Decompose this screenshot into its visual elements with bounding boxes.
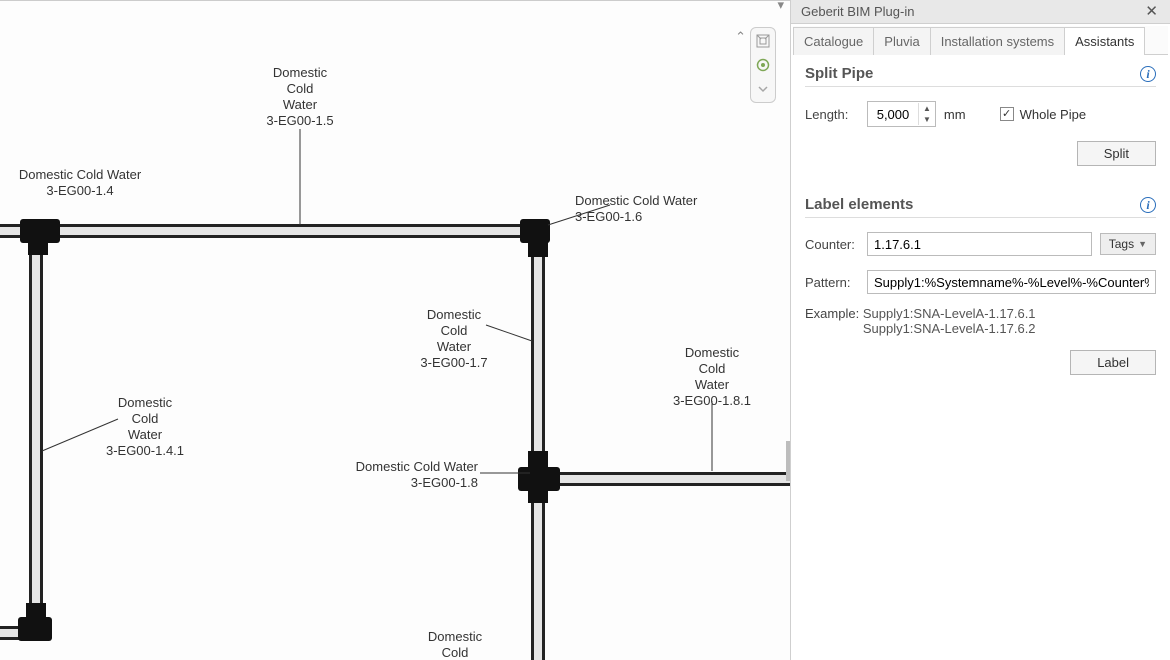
check-icon: ✓: [1000, 107, 1014, 121]
svg-text:Domestic Cold Water: Domestic Cold Water: [19, 167, 142, 182]
pipe-diagram: Domestic Cold Water 3-EG00-1.4 Domestic …: [0, 1, 790, 660]
panel-title: Geberit BIM Plug-in: [801, 4, 914, 19]
pattern-label: Pattern:: [805, 275, 859, 290]
svg-text:Domestic: Domestic: [428, 629, 483, 644]
svg-text:3-EG00-1.5: 3-EG00-1.5: [266, 113, 333, 128]
counter-input[interactable]: [867, 232, 1092, 256]
pipe-label: Domestic Cold Water 3-EG00-1.6: [575, 193, 698, 224]
length-input[interactable]: [868, 102, 918, 126]
plugin-panel: Geberit BIM Plug-in ✕ Catalogue Pluvia I…: [790, 0, 1170, 660]
info-icon[interactable]: i: [1140, 197, 1156, 213]
svg-text:Domestic: Domestic: [118, 395, 173, 410]
scroll-up-icon[interactable]: ⌃: [735, 29, 746, 45]
svg-text:Cold: Cold: [699, 361, 726, 376]
drawing-viewport[interactable]: ▾ ⌃: [0, 0, 790, 660]
example-label: Example:: [805, 306, 859, 321]
panel-grip-icon: ▾: [0, 1, 790, 9]
split-pipe-heading: Split Pipe: [805, 65, 873, 82]
close-icon[interactable]: ✕: [1139, 2, 1164, 21]
pipe-label: Domestic Cold Water 3-EG00-1.7: [420, 307, 487, 370]
svg-text:3-EG00-1.8: 3-EG00-1.8: [411, 475, 478, 490]
svg-text:Cold: Cold: [441, 323, 468, 338]
whole-pipe-checkbox[interactable]: ✓ Whole Pipe: [1000, 107, 1086, 122]
pipe-label: Domestic Cold: [428, 629, 483, 660]
tab-bar: Catalogue Pluvia Installation systems As…: [793, 26, 1168, 55]
tags-dropdown-button[interactable]: Tags ▼: [1100, 233, 1156, 255]
stepper-up-icon[interactable]: ▲: [919, 103, 935, 114]
stepper-down-icon[interactable]: ▼: [919, 114, 935, 125]
svg-text:Cold: Cold: [132, 411, 159, 426]
pipe-label: Domestic Cold Water 3-EG00-1.8: [356, 459, 479, 490]
svg-text:3-EG00-1.4: 3-EG00-1.4: [46, 183, 113, 198]
length-unit: mm: [944, 107, 966, 122]
expand-tools-icon[interactable]: [754, 80, 772, 98]
whole-pipe-label: Whole Pipe: [1020, 107, 1086, 122]
length-stepper[interactable]: ▲ ▼: [867, 101, 936, 127]
svg-text:Water: Water: [283, 97, 318, 112]
svg-text:3-EG00-1.4.1: 3-EG00-1.4.1: [106, 443, 184, 458]
svg-text:Cold: Cold: [287, 81, 314, 96]
pattern-input[interactable]: [867, 270, 1156, 294]
tab-assistants[interactable]: Assistants: [1064, 27, 1145, 55]
svg-text:Domestic: Domestic: [427, 307, 482, 322]
split-button[interactable]: Split: [1077, 141, 1156, 166]
view-tools: [750, 27, 776, 103]
label-button[interactable]: Label: [1070, 350, 1156, 375]
orbit-icon[interactable]: [754, 56, 772, 74]
svg-text:Cold: Cold: [442, 645, 469, 660]
length-label: Length:: [805, 107, 859, 122]
counter-label: Counter:: [805, 237, 859, 252]
svg-text:Domestic: Domestic: [685, 345, 740, 360]
pipe-label: Domestic Cold Water 3-EG00-1.4: [19, 167, 142, 198]
svg-text:Domestic Cold Water: Domestic Cold Water: [575, 193, 698, 208]
tab-pluvia[interactable]: Pluvia: [873, 27, 930, 55]
tab-installation-systems[interactable]: Installation systems: [930, 27, 1065, 55]
pipe-label: Domestic Cold Water 3-EG00-1.4.1: [106, 395, 184, 458]
panel-resize-handle[interactable]: [786, 441, 790, 481]
svg-text:Domestic Cold Water: Domestic Cold Water: [356, 459, 479, 474]
chevron-down-icon: ▼: [1138, 239, 1147, 249]
svg-text:Water: Water: [128, 427, 163, 442]
nav-cube-icon[interactable]: [754, 32, 772, 50]
svg-text:3-EG00-1.7: 3-EG00-1.7: [420, 355, 487, 370]
example-line: Supply1:SNA-LevelA-1.17.6.2: [863, 321, 1036, 336]
svg-text:Domestic: Domestic: [273, 65, 328, 80]
svg-text:3-EG00-1.6: 3-EG00-1.6: [575, 209, 642, 224]
tab-catalogue[interactable]: Catalogue: [793, 27, 874, 55]
svg-text:Water: Water: [437, 339, 472, 354]
svg-text:Water: Water: [695, 377, 730, 392]
label-elements-heading: Label elements: [805, 196, 913, 213]
info-icon[interactable]: i: [1140, 66, 1156, 82]
example-line: Supply1:SNA-LevelA-1.17.6.1: [863, 306, 1036, 321]
pipe-label: Domestic Cold Water 3-EG00-1.5: [266, 65, 333, 128]
pipe-label: Domestic Cold Water 3-EG00-1.8.1: [673, 345, 751, 408]
svg-text:3-EG00-1.8.1: 3-EG00-1.8.1: [673, 393, 751, 408]
